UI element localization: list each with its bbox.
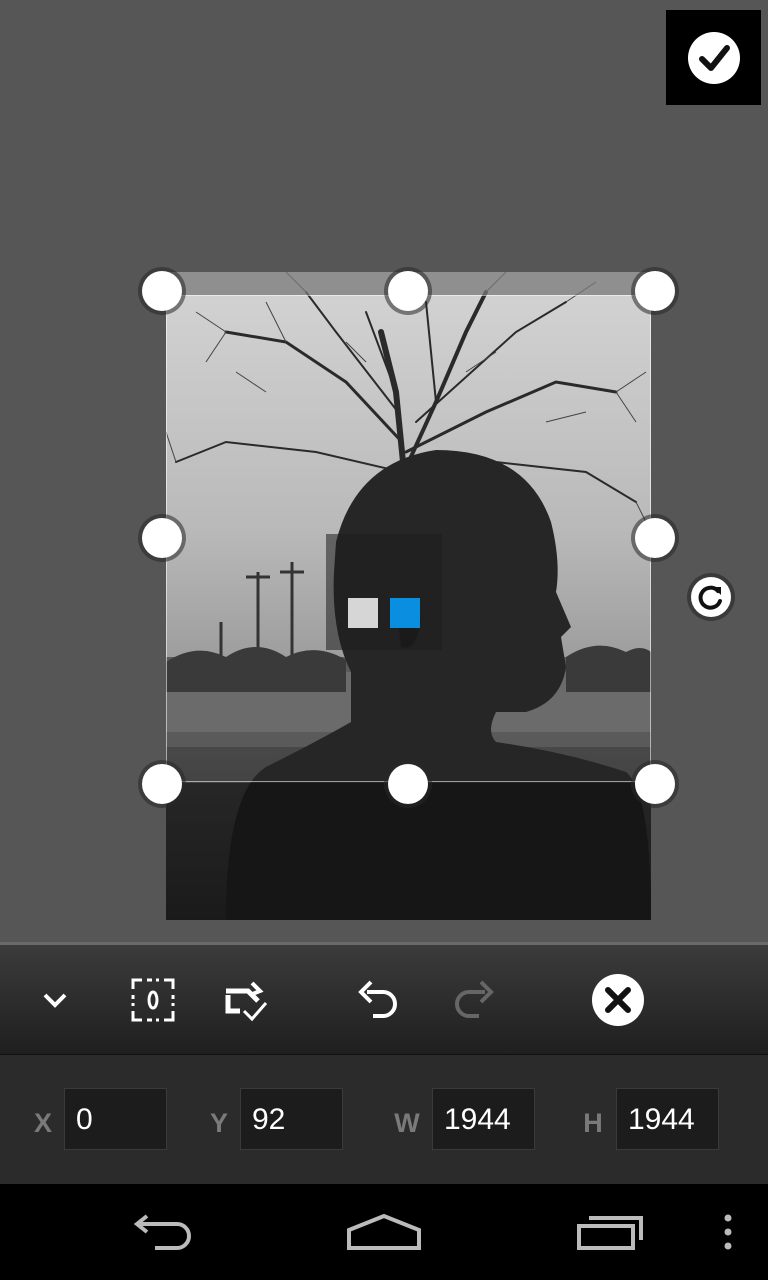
undo-icon — [358, 980, 397, 1018]
crop-handle-bottom-right[interactable] — [635, 764, 675, 804]
rotate-apply-button[interactable] — [210, 945, 280, 1054]
crop-toolbar — [0, 942, 768, 1054]
confirm-button[interactable] — [666, 10, 761, 105]
aspect-selected-option[interactable] — [390, 598, 420, 628]
close-circle-icon — [592, 973, 644, 1026]
x-input[interactable]: 0 — [64, 1088, 167, 1150]
rotate-check-icon — [225, 981, 268, 1021]
system-nav-bar — [0, 1184, 768, 1280]
home-button[interactable] — [334, 1184, 434, 1280]
overflow-menu-button[interactable] — [708, 1184, 748, 1280]
overflow-menu-icon — [724, 1214, 732, 1250]
cancel-button[interactable] — [586, 945, 650, 1054]
redo-icon — [455, 980, 494, 1018]
crop-handle-bottom-left[interactable] — [142, 764, 182, 804]
aspect-ratio-widget[interactable] — [326, 534, 442, 650]
h-label: H — [583, 1108, 603, 1138]
recent-apps-icon — [577, 1216, 643, 1250]
collapse-button[interactable] — [20, 945, 90, 1054]
rotate-clockwise-icon — [698, 585, 722, 610]
focus-frame-icon — [131, 978, 175, 1021]
undo-button[interactable] — [340, 945, 416, 1054]
chevron-down-icon — [43, 993, 67, 1008]
recent-apps-button[interactable] — [560, 1184, 660, 1280]
back-icon — [133, 1214, 191, 1250]
checkmark-icon — [687, 31, 740, 84]
rotate-handle[interactable] — [691, 577, 731, 617]
w-label: W — [394, 1108, 420, 1138]
crop-handle-top-left[interactable] — [142, 271, 182, 311]
back-button[interactable] — [110, 1184, 210, 1280]
w-input[interactable]: 1944 — [432, 1088, 535, 1150]
crop-handle-top[interactable] — [388, 271, 428, 311]
redo-button[interactable] — [436, 945, 512, 1054]
crop-handle-right[interactable] — [635, 518, 675, 558]
aspect-free-option[interactable] — [348, 598, 378, 628]
y-label: Y — [209, 1108, 228, 1138]
crop-handle-left[interactable] — [142, 518, 182, 558]
y-input[interactable]: 92 — [240, 1088, 343, 1150]
crop-handle-top-right[interactable] — [635, 271, 675, 311]
auto-fit-button[interactable] — [118, 945, 188, 1054]
home-icon — [347, 1213, 421, 1250]
crop-handle-bottom[interactable] — [388, 764, 428, 804]
h-input[interactable]: 1944 — [616, 1088, 719, 1150]
x-label: X — [33, 1108, 52, 1138]
